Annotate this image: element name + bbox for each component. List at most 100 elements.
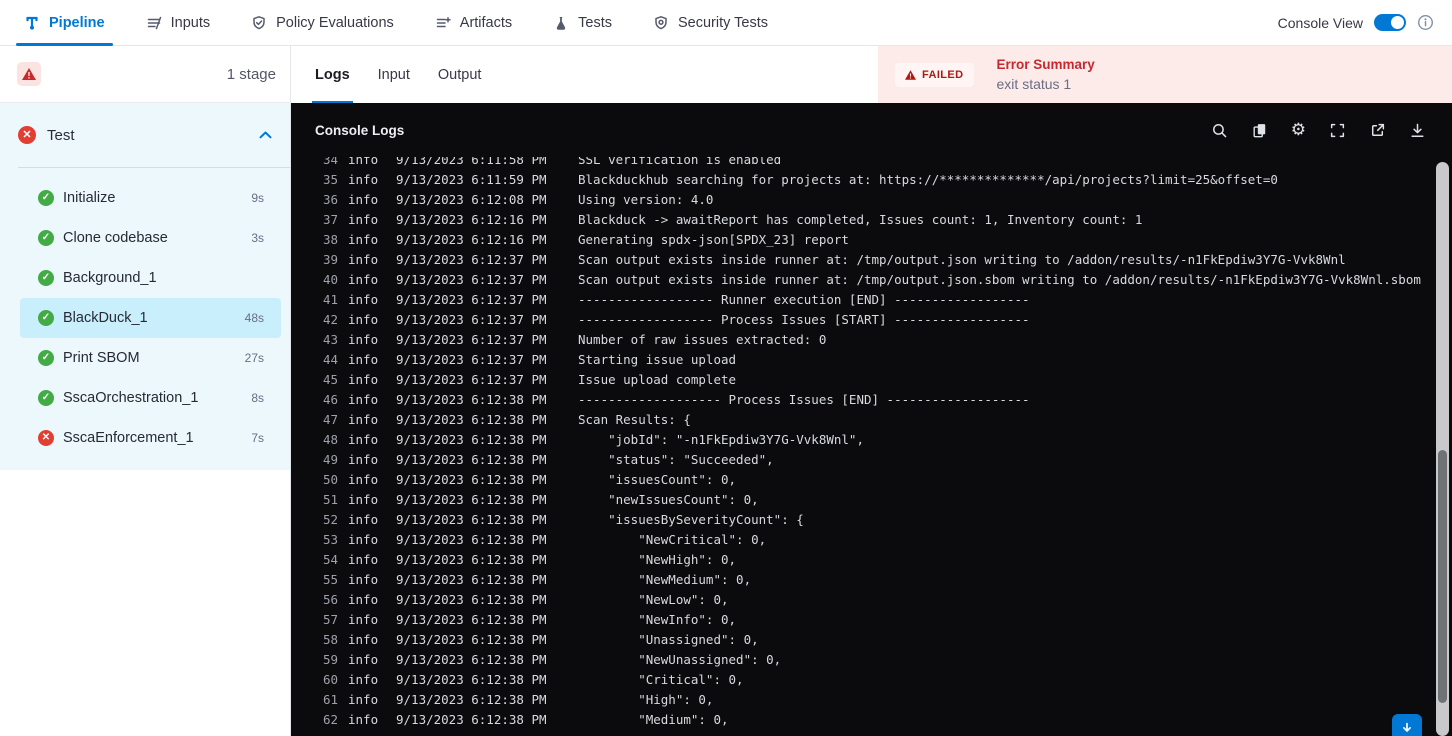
log-level: info [348,331,379,347]
step-item[interactable]: BlackDuck_1 48s [20,298,281,338]
topbar-right: Console View [1278,14,1452,31]
log-message: ------------------- Process Issues [END]… [578,391,1030,407]
log-level: info [348,511,379,527]
copy-icon[interactable] [1251,122,1268,139]
step-item[interactable]: Background_1 [20,258,281,298]
log-timestamp: 9/13/2023 6:12:38 PM [396,571,547,587]
log-line: 61 info 9/13/2023 6:12:38 PM "High": 0, [291,689,1452,709]
log-line-number: 58 [322,631,338,647]
log-line-number: 34 [322,157,338,167]
log-timestamp: 9/13/2023 6:12:37 PM [396,311,547,327]
log-message: SSL verification is enabled [578,157,782,167]
log-level: info [348,411,379,427]
step-name: Initialize [63,190,116,206]
step-item[interactable]: SscaEnforcement_1 7s [20,418,281,458]
log-timestamp: 9/13/2023 6:12:38 PM [396,611,547,627]
tab-inputs[interactable]: Inputs [146,0,211,45]
log-level: info [348,251,379,267]
log-message: Scan Results: { [578,411,691,427]
log-line: 52 info 9/13/2023 6:12:38 PM "issuesBySe… [291,509,1452,529]
security-tests-icon [653,15,669,31]
tab-artifacts[interactable]: Artifacts [435,0,512,45]
pipeline-sidebar: 1 stage Test Initialize 9s [0,46,291,736]
tab-label: Inputs [170,14,211,31]
log-line-number: 35 [322,171,338,187]
info-icon[interactable] [1417,14,1434,31]
log-line-number: 57 [322,611,338,627]
step-name: SscaOrchestration_1 [63,390,199,406]
tab-logs[interactable]: Logs [312,46,353,103]
console-view-toggle[interactable] [1374,14,1406,31]
log-timestamp: 9/13/2023 6:12:38 PM [396,511,547,527]
log-level: info [348,431,379,447]
log-timestamp: 9/13/2023 6:11:58 PM [396,157,547,167]
log-message: "NewLow": 0, [578,591,729,607]
log-line-number: 62 [322,711,338,727]
step-item[interactable]: Initialize 9s [20,178,281,218]
log-message: "NewInfo": 0, [578,611,737,627]
log-timestamp: 9/13/2023 6:12:37 PM [396,251,547,267]
log-line: 54 info 9/13/2023 6:12:38 PM "NewHigh": … [291,549,1452,569]
log-timestamp: 9/13/2023 6:12:16 PM [396,231,547,247]
step-item[interactable]: Print SBOM 27s [20,338,281,378]
log-message: Issue upload complete [578,371,737,387]
artifacts-icon [435,15,451,31]
log-line-number: 43 [322,331,338,347]
log-line: 41 info 9/13/2023 6:12:37 PM -----------… [291,289,1452,309]
tab-security-tests[interactable]: Security Tests [653,0,768,45]
console-view-label: Console View [1277,14,1363,31]
step-name: Background_1 [63,270,157,286]
log-line-number: 55 [322,571,338,587]
tab-label: Pipeline [49,14,105,31]
log-line: 49 info 9/13/2023 6:12:38 PM "status": "… [291,449,1452,469]
log-line-number: 56 [322,591,338,607]
log-level: info [348,531,379,547]
tab-input[interactable]: Input [378,46,410,103]
log-timestamp: 9/13/2023 6:12:37 PM [396,331,547,347]
log-line-number: 37 [322,211,338,227]
log-line: 38 info 9/13/2023 6:12:16 PM Generating … [291,229,1452,249]
log-line: 53 info 9/13/2023 6:12:38 PM "NewCritica… [291,529,1452,549]
log-level: info [348,551,379,567]
step-item[interactable]: SscaOrchestration_1 8s [20,378,281,418]
tab-label: Policy Evaluations [276,14,394,31]
open-in-new-icon[interactable] [1369,122,1386,139]
log-line: 45 info 9/13/2023 6:12:37 PM Issue uploa… [291,369,1452,389]
error-summary-panel: FAILED Error Summary exit status 1 [878,46,1452,103]
policy-evaluations-icon [251,15,267,31]
fullscreen-icon[interactable] [1329,122,1346,139]
settings-icon[interactable]: ⚙ [1291,121,1306,138]
log-message: "issuesBySeverityCount": { [578,511,804,527]
scrollbar-thumb[interactable] [1438,450,1447,703]
log-viewport: 34 info 9/13/2023 6:11:58 PM SSL verific… [291,157,1452,736]
step-item[interactable]: Clone codebase 3s [20,218,281,258]
log-line: 37 info 9/13/2023 6:12:16 PM Blackduck -… [291,209,1452,229]
toggle-knob [1391,16,1404,29]
log-line-number: 61 [322,691,338,707]
log-level: info [348,591,379,607]
download-icon[interactable] [1409,122,1426,139]
tab-policy-evaluations[interactable]: Policy Evaluations [251,0,394,45]
scrollbar-track[interactable] [1436,162,1449,736]
log-line-number: 47 [322,411,338,427]
stage-header-test[interactable]: Test [0,103,290,167]
chevron-up-icon[interactable] [259,131,272,139]
stage-name: Test [47,126,75,144]
tab-output[interactable]: Output [438,46,482,103]
log-message: ------------------ Process Issues [START… [578,311,1030,327]
log-line-number: 40 [322,271,338,287]
search-icon[interactable] [1211,122,1228,139]
scroll-to-bottom-button[interactable] [1392,714,1422,736]
log-timestamp: 9/13/2023 6:12:38 PM [396,711,547,727]
log-line-number: 50 [322,471,338,487]
failed-badge: FAILED [895,62,974,87]
log-timestamp: 9/13/2023 6:12:37 PM [396,351,547,367]
tab-pipeline[interactable]: Pipeline [16,0,113,46]
stage-status-icon [18,126,36,144]
console-title: Console Logs [315,122,405,138]
log-message: Blackduck -> awaitReport has completed, … [578,211,1143,227]
step-status-icon [38,430,54,446]
tab-tests[interactable]: Tests [553,0,612,45]
step-name: SscaEnforcement_1 [63,430,194,446]
log-level: info [348,351,379,367]
